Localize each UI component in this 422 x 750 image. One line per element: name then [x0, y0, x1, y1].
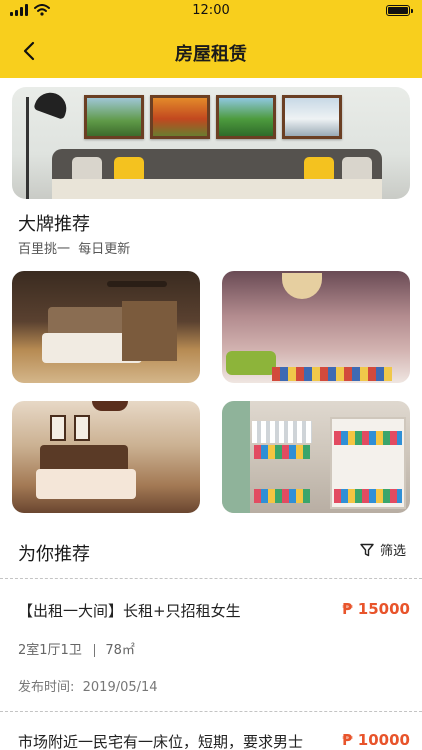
listing-price: ₱ 15000 — [342, 600, 410, 618]
header-bar: 12:00 房屋租赁 — [0, 0, 422, 78]
listing-area: 78㎡ — [105, 643, 135, 658]
bunk-bed — [254, 489, 310, 503]
brand-section-subtitle: 百里挑一 每日更新 — [18, 242, 131, 257]
bunk-bed — [334, 489, 402, 503]
listing-title[interactable]: 市场附近一民宅有一床位，短期，要求男士 — [18, 731, 303, 750]
filter-button[interactable]: 筛选 — [360, 540, 406, 559]
bunk-bed — [334, 431, 402, 445]
chandelier — [282, 273, 322, 299]
listing-price: ₱ 10000 — [342, 731, 410, 749]
filter-icon — [360, 543, 374, 556]
filter-label: 筛选 — [379, 544, 406, 559]
listing-date: 发布时间: 2019/05/14 — [18, 680, 158, 695]
curtain — [122, 301, 177, 361]
bunk-rail — [252, 421, 312, 443]
banner-lamp-shade — [33, 88, 71, 120]
wall-painting — [74, 415, 90, 441]
status-bar: 12:00 — [0, 0, 422, 22]
brand-section-title: 大牌推荐 — [18, 214, 90, 235]
ceiling-fan — [107, 281, 167, 287]
ceiling-lamp — [92, 401, 128, 411]
brand-photo-bunk-room[interactable] — [222, 401, 410, 513]
bunk-bed — [254, 445, 310, 459]
divider — [0, 578, 422, 579]
brand-photo-master-bedroom[interactable] — [12, 401, 200, 513]
status-time: 12:00 — [192, 3, 230, 18]
meta-separator — [93, 644, 96, 657]
divider — [0, 711, 422, 712]
green-wall — [222, 401, 250, 513]
banner-painting — [84, 95, 144, 139]
brand-photo-living-room[interactable] — [222, 271, 410, 383]
promo-banner[interactable] — [12, 87, 410, 199]
listing-title[interactable]: 【出租一大间】长租+只招租女生 — [18, 600, 241, 621]
living-sofa — [226, 351, 276, 375]
listing-layout: 2室1厅1卫 — [18, 643, 82, 658]
page-title: 房屋租赁 — [175, 44, 247, 65]
battery-icon — [386, 5, 413, 16]
bed — [36, 469, 136, 499]
banner-lamp — [26, 97, 29, 199]
banner-painting — [150, 95, 210, 139]
rug — [272, 367, 392, 381]
banner-painting — [216, 95, 276, 139]
wall-painting — [50, 415, 66, 441]
banner-sofa-seat — [52, 179, 382, 199]
listing-meta: 2室1厅1卫 78㎡ — [18, 639, 135, 658]
banner-painting — [282, 95, 342, 139]
recommend-section-title: 为你推荐 — [18, 544, 90, 565]
brand-photo-bedroom[interactable] — [12, 271, 200, 383]
